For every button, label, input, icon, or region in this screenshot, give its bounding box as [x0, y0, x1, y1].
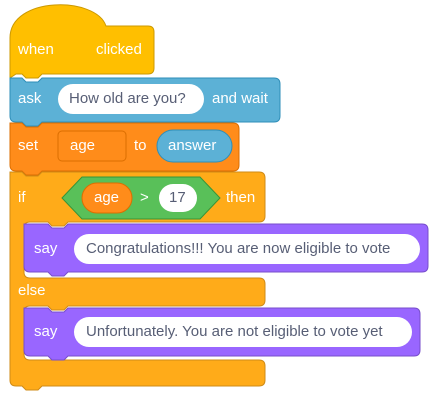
answer-reporter-label: answer — [168, 137, 217, 154]
then-label: then — [226, 189, 256, 206]
and-wait-label: and wait — [212, 90, 268, 107]
variable-name: age — [70, 137, 96, 154]
else-label: else — [18, 282, 46, 299]
say-label-then: say — [34, 240, 58, 257]
block-shapes — [9, 4, 429, 391]
clicked-label: clicked — [96, 41, 142, 58]
if-label: if — [18, 189, 26, 206]
when-label: when — [18, 41, 54, 58]
comparison-value-text: 17 — [169, 189, 186, 206]
green-flag-icon — [62, 40, 88, 60]
say-message-else: Unfortunately. You are not eligible to v… — [86, 323, 383, 340]
question-text: How old are you? — [69, 90, 186, 107]
operator-symbol: > — [140, 189, 149, 206]
to-label: to — [134, 137, 147, 154]
script-canvas: when clicked ask How old are you? and wa… — [0, 0, 439, 405]
age-reporter-label: age — [94, 189, 120, 206]
ask-label: ask — [18, 90, 42, 107]
say-label-else: say — [34, 323, 58, 340]
say-message-then: Congratulations!!! You are now eligible … — [86, 240, 391, 257]
set-label: set — [18, 137, 39, 154]
